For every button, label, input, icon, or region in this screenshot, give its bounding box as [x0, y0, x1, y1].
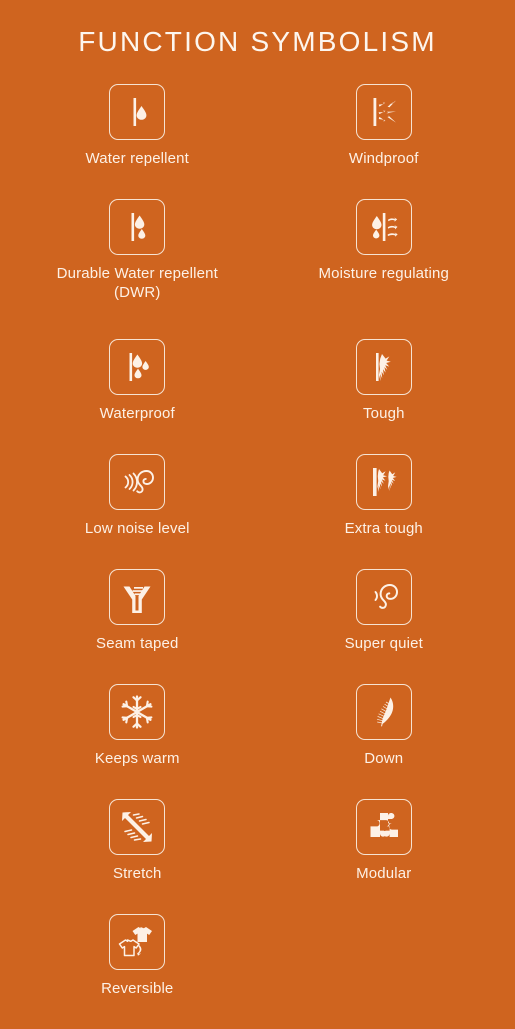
symbol-item-keeps-warm[interactable]: Keeps warm — [0, 684, 261, 799]
symbol-grid: Water repellent Windproof — [0, 84, 515, 1029]
symbol-label: Waterproof — [100, 404, 175, 423]
symbol-item-reversible[interactable]: Reversible — [0, 914, 261, 1029]
feather-icon — [356, 684, 412, 740]
reversible-icon — [109, 914, 165, 970]
symbol-row: Waterproof Tough — [0, 339, 515, 454]
windproof-icon — [356, 84, 412, 140]
page-title: FUNCTION SYMBOLISM — [0, 0, 515, 56]
symbol-row: Reversible — [0, 914, 515, 1029]
symbol-label: Moisture regulating — [319, 264, 449, 283]
symbol-item-seam-taped[interactable]: Seam taped — [0, 569, 261, 684]
symbol-label: Reversible — [101, 979, 173, 998]
symbol-item-moisture-regulating[interactable]: Moisture regulating — [261, 199, 515, 339]
symbol-label: Down — [364, 749, 403, 768]
super-quiet-icon — [356, 569, 412, 625]
symbol-item-tough[interactable]: Tough — [261, 339, 515, 454]
symbol-label: Stretch — [113, 864, 162, 883]
symbol-label: Windproof — [349, 149, 419, 168]
puzzle-piece-icon — [356, 799, 412, 855]
stretch-icon — [109, 799, 165, 855]
waterproof-icon — [109, 339, 165, 395]
symbol-item-modular[interactable]: Modular — [261, 799, 515, 914]
symbol-label: Extra tough — [345, 519, 423, 538]
low-noise-level-icon — [109, 454, 165, 510]
symbol-item-durable-water-repellent[interactable]: Durable Water repellent (DWR) — [0, 199, 261, 339]
extra-tough-icon — [356, 454, 412, 510]
symbol-item-stretch[interactable]: Stretch — [0, 799, 261, 914]
symbol-row: Low noise level Extra tough — [0, 454, 515, 569]
seam-taped-icon — [109, 569, 165, 625]
symbol-item-waterproof[interactable]: Waterproof — [0, 339, 261, 454]
symbol-row: Seam taped Super quiet — [0, 569, 515, 684]
symbol-label: Super quiet — [345, 634, 423, 653]
symbol-row: Water repellent Windproof — [0, 84, 515, 199]
symbol-label: Tough — [363, 404, 405, 423]
symbol-item-low-noise-level[interactable]: Low noise level — [0, 454, 261, 569]
symbol-row: Stretch Modular — [0, 799, 515, 914]
symbol-label: Modular — [356, 864, 411, 883]
symbol-item-water-repellent[interactable]: Water repellent — [0, 84, 261, 199]
moisture-regulating-icon — [356, 199, 412, 255]
symbol-item-windproof[interactable]: Windproof — [261, 84, 515, 199]
symbol-row: Keeps warm Down — [0, 684, 515, 799]
symbol-label: Seam taped — [96, 634, 178, 653]
snowflake-icon — [109, 684, 165, 740]
symbol-label: Durable Water repellent (DWR) — [52, 264, 222, 302]
symbol-label: Water repellent — [86, 149, 189, 168]
symbol-item-super-quiet[interactable]: Super quiet — [261, 569, 515, 684]
symbol-label: Low noise level — [85, 519, 190, 538]
symbol-row: Durable Water repellent (DWR) Moisture r… — [0, 199, 515, 339]
symbol-item-extra-tough[interactable]: Extra tough — [261, 454, 515, 569]
water-repellent-icon — [109, 84, 165, 140]
symbol-item-down[interactable]: Down — [261, 684, 515, 799]
symbol-label: Keeps warm — [95, 749, 180, 768]
durable-water-repellent-icon — [109, 199, 165, 255]
tough-icon — [356, 339, 412, 395]
